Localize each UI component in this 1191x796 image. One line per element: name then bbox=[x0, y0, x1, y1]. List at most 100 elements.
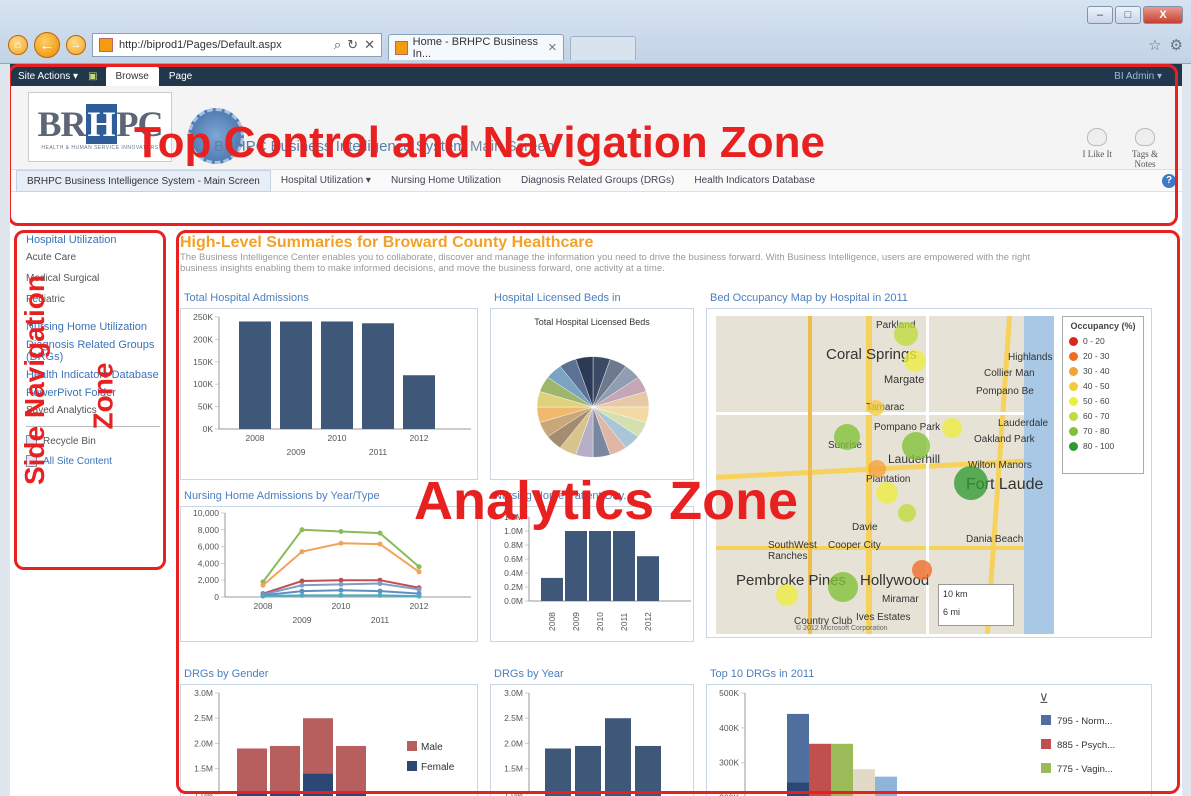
y-tick-label: 250K bbox=[193, 312, 213, 322]
bar bbox=[589, 531, 611, 601]
sidebar-link-nursing[interactable]: Nursing Home Utilization bbox=[26, 321, 170, 333]
bed-occupancy-map[interactable]: Coral Springs Margate Tamarac Pompano Pa… bbox=[716, 316, 1054, 634]
close-button[interactable]: X bbox=[1143, 6, 1183, 24]
i-like-it-button[interactable]: I Like It bbox=[1083, 128, 1112, 169]
analytics-area: High-Level Summaries for Broward County … bbox=[178, 230, 1178, 796]
refresh-icon[interactable]: ↻ bbox=[347, 37, 358, 53]
ribbon-tab-browse[interactable]: Browse bbox=[105, 67, 159, 86]
map-bubble[interactable] bbox=[876, 482, 898, 504]
map-bubble[interactable] bbox=[894, 322, 918, 346]
bar bbox=[605, 718, 631, 796]
map-bubble[interactable] bbox=[868, 400, 884, 416]
window-controls: – □ X bbox=[1087, 6, 1183, 24]
topnav-health-indicators[interactable]: Health Indicators Database bbox=[684, 170, 825, 192]
sidebar-item-saved[interactable]: Saved Analytics bbox=[26, 405, 170, 416]
map-bubble[interactable] bbox=[828, 572, 858, 602]
forward-button[interactable]: → bbox=[66, 35, 86, 55]
filter-icon: ⊻ bbox=[1039, 692, 1049, 707]
site-title-text: BRHPC Business Intelligence System bbox=[214, 138, 466, 155]
y-tick-label: 1.0M bbox=[194, 789, 213, 796]
social-actions: I Like It Tags & Notes bbox=[1083, 128, 1163, 169]
map-bubble[interactable] bbox=[898, 504, 916, 522]
panel-title-nursing-adm[interactable]: Nursing Home Admissions by Year/Type bbox=[184, 490, 380, 502]
drg-gender-panel[interactable]: 3.0M 2.5M 2.0M 1.5M 1.0M Male Female bbox=[180, 684, 478, 796]
sidebar-link-powerpivot[interactable]: PowerPivot Folder bbox=[26, 387, 170, 399]
panel-title-map[interactable]: Bed Occupancy Map by Hospital in 2011 bbox=[710, 292, 908, 304]
map-bubble[interactable] bbox=[954, 466, 988, 500]
bar bbox=[545, 748, 571, 796]
legend-label: 50 - 60 bbox=[1083, 396, 1110, 406]
admissions-panel[interactable]: 250K 200K 150K 100K 50K 0K 2008 2009 2010 2011 201… bbox=[180, 308, 478, 480]
map-bubble[interactable] bbox=[912, 560, 932, 580]
minimize-button[interactable]: – bbox=[1087, 6, 1113, 24]
legend-row: 70 - 80 bbox=[1069, 425, 1137, 437]
brhpc-logo[interactable]: BRHPC HEALTH & HUMAN SERVICE INNOVATORS bbox=[28, 92, 172, 162]
panel-title-top10[interactable]: Top 10 DRGs in 2011 bbox=[710, 668, 814, 680]
y-tick-label: 10,000 bbox=[193, 508, 219, 518]
city-label: Dania Beach bbox=[966, 534, 1024, 545]
legend-label: 0 - 20 bbox=[1083, 336, 1105, 346]
sidebar-item-acute-care[interactable]: Acute Care bbox=[26, 252, 170, 263]
tab-close-icon[interactable]: ✕ bbox=[548, 41, 557, 54]
navigate-up-icon[interactable]: ▣ bbox=[86, 71, 105, 86]
topnav-drgs[interactable]: Diagnosis Related Groups (DRGs) bbox=[511, 170, 684, 192]
sidebar-item-medical-surgical[interactable]: Medical Surgical bbox=[26, 273, 170, 284]
bar bbox=[541, 577, 563, 601]
map-bubble[interactable] bbox=[942, 418, 962, 438]
ribbon-tab-page[interactable]: Page bbox=[159, 67, 202, 86]
sidebar-link-drgs[interactable]: Diagnosis Related Groups (DRGs) bbox=[26, 339, 170, 363]
maximize-button[interactable]: □ bbox=[1115, 6, 1141, 24]
series-point bbox=[299, 549, 305, 555]
browser-tab-active[interactable]: Home - BRHPC Business In... ✕ bbox=[388, 34, 564, 60]
panel-title-drg-gender[interactable]: DRGs by Gender bbox=[184, 668, 268, 680]
panel-title-beds[interactable]: Hospital Licensed Beds in bbox=[494, 292, 621, 304]
help-icon[interactable]: ? bbox=[1162, 173, 1176, 188]
back-button[interactable]: ← bbox=[34, 32, 60, 58]
recycle-bin-link[interactable]: Recycle Bin bbox=[26, 435, 170, 447]
stop-icon[interactable]: ✕ bbox=[364, 37, 375, 53]
city-label: Oakland Park bbox=[974, 434, 1035, 445]
top10-panel[interactable]: 500K 400K 300K 200K ⊻ 795 - Norm... 885 - Psyc… bbox=[706, 684, 1152, 796]
legend-label: Male bbox=[421, 742, 443, 753]
legend-row: 80 - 100 bbox=[1069, 440, 1137, 452]
city-label: Collier Man bbox=[984, 368, 1035, 379]
topnav-main-screen[interactable]: BRHPC Business Intelligence System - Mai… bbox=[16, 169, 271, 192]
panel-title-nursing-pat[interactable]: Nursing Home Patient Day... bbox=[494, 490, 633, 502]
address-bar[interactable]: http://biprod1/Pages/Default.aspx ⌕ ↻ ✕ bbox=[92, 33, 382, 57]
sidebar-item-pediatric[interactable]: Pediatric bbox=[26, 294, 170, 305]
map-bubble[interactable] bbox=[868, 460, 886, 478]
nursing-adm-panel[interactable]: 10,000 8,000 6,000 4,000 2,000 0 2008 2009 2010 2… bbox=[180, 506, 478, 642]
all-content-link[interactable]: All Site Content bbox=[26, 455, 170, 467]
drg-year-panel[interactable]: 3.0M 2.5M 2.0M 1.5M 1.0M bbox=[490, 684, 694, 796]
map-bubble[interactable] bbox=[904, 350, 926, 372]
site-actions-menu[interactable]: Site Actions ▾ bbox=[16, 71, 86, 86]
map-bubble[interactable] bbox=[776, 584, 798, 606]
sidebar-link-health[interactable]: Health Indicators Database bbox=[26, 369, 170, 381]
beds-pie-chart bbox=[536, 356, 650, 458]
panel-title-admissions[interactable]: Total Hospital Admissions bbox=[184, 292, 309, 304]
home-icon[interactable]: ⌂ bbox=[8, 35, 28, 55]
y-tick-label: 200K bbox=[719, 793, 739, 796]
beds-panel[interactable]: Total Hospital Licensed Beds bbox=[490, 308, 694, 480]
map-legend: Occupancy (%) 0 - 20 20 - 30 30 - 40 40 - 5… bbox=[1062, 316, 1144, 474]
nursing-pat-panel[interactable]: 1.2M 1.0M 0.8M 0.6M 0.4M 0.2M 0.0M 2008 2009 2010… bbox=[490, 506, 694, 642]
tags-notes-button[interactable]: Tags & Notes bbox=[1128, 128, 1162, 169]
bar-female bbox=[303, 773, 333, 796]
bar bbox=[403, 375, 435, 429]
sidebar-heading-hospital[interactable]: Hospital Utilization bbox=[26, 234, 170, 246]
scale-km: 10 km bbox=[943, 589, 968, 599]
topnav-nursing-home[interactable]: Nursing Home Utilization bbox=[381, 170, 511, 192]
logo-text-left: BR bbox=[37, 104, 86, 144]
tools-gear-icon[interactable]: ⚙ bbox=[1170, 36, 1183, 54]
y-tick-label: 1.5M bbox=[194, 764, 213, 774]
new-tab-button[interactable] bbox=[570, 36, 636, 60]
panel-title-drg-year[interactable]: DRGs by Year bbox=[494, 668, 564, 680]
admissions-chart: 250K 200K 150K 100K 50K 0K 2008 2009 2010 2011 201… bbox=[193, 312, 471, 457]
topnav-hospital-utilization[interactable]: Hospital Utilization ▾ bbox=[271, 170, 381, 192]
series-point bbox=[338, 587, 344, 593]
map-bubble[interactable] bbox=[834, 424, 860, 450]
favorites-star-icon[interactable]: ☆ bbox=[1148, 36, 1161, 54]
user-menu[interactable]: BI Admin ▾ bbox=[1114, 71, 1162, 86]
map-bubble[interactable] bbox=[902, 432, 930, 460]
search-icon[interactable]: ⌕ bbox=[334, 37, 341, 53]
